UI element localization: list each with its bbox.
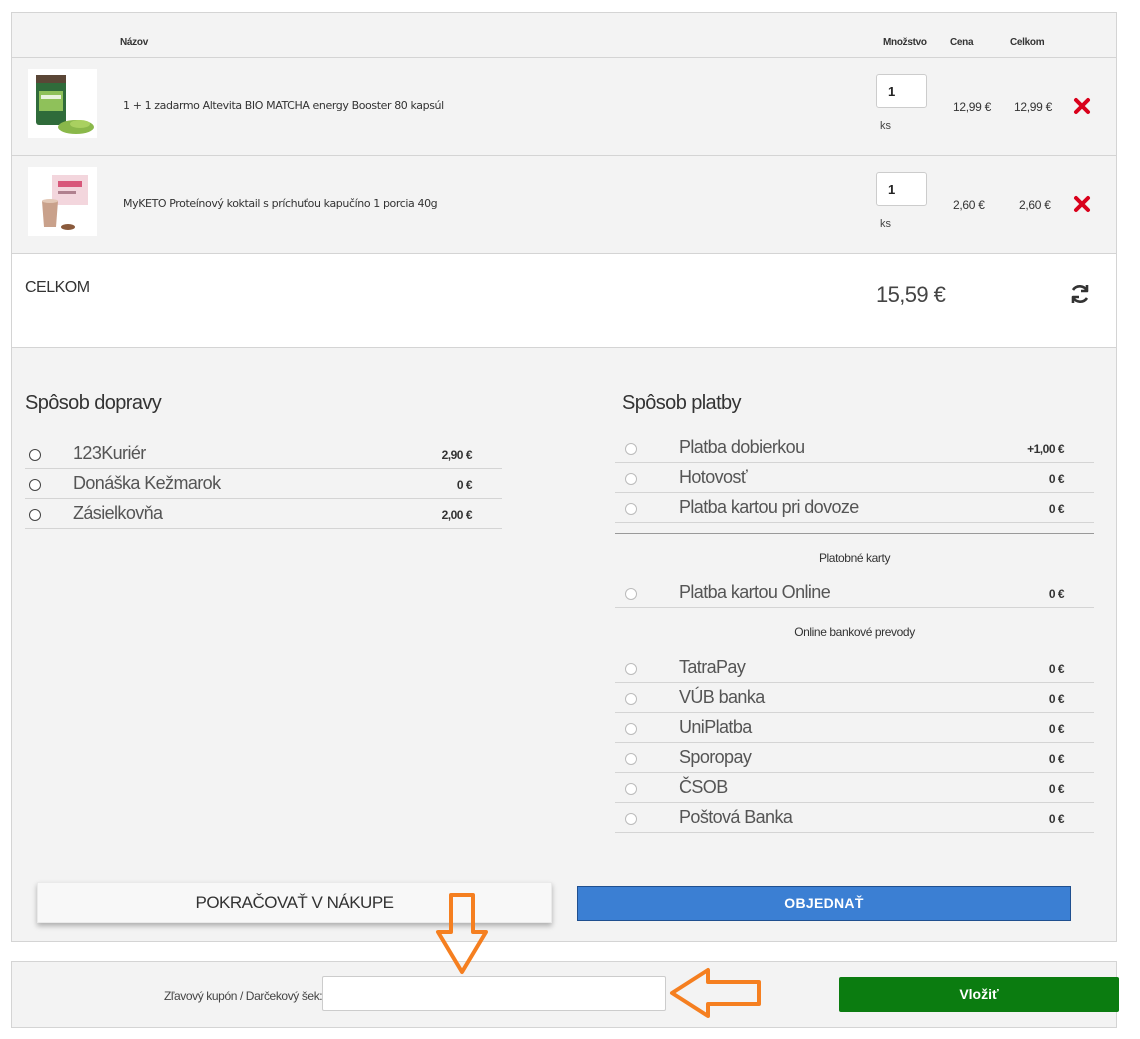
- cart-total-row: CELKOM 15,59 €: [12, 254, 1116, 348]
- column-name: Názov: [120, 37, 148, 48]
- shipping-option-label: Donáška Kežmarok: [73, 473, 221, 493]
- cards-heading: Platobné karty: [818, 551, 891, 565]
- payment-option-price: 0 €: [1048, 472, 1065, 486]
- payment-option-label: Platba kartou pri dovoze: [679, 497, 859, 517]
- quantity-unit: ks: [880, 120, 891, 132]
- cart-row: 1 + 1 zadarmo Altevita BIO MATCHA energy…: [12, 58, 1116, 156]
- shipping-option-price: 0 €: [456, 478, 473, 492]
- transfers-heading: Online bankové prevody: [794, 625, 915, 639]
- refresh-cart-button[interactable]: [1068, 282, 1092, 306]
- remove-item-button[interactable]: [1070, 94, 1094, 118]
- payment-option[interactable]: Hotovosť 0 €: [615, 463, 1094, 493]
- annotation-arrow-down: [436, 893, 488, 974]
- payment-radio[interactable]: [625, 813, 637, 825]
- column-quantity: Množstvo: [883, 37, 927, 48]
- payment-option[interactable]: Poštová Banka 0 €: [615, 803, 1094, 833]
- payment-option-label: ČSOB: [679, 777, 728, 797]
- shipping-option-price: 2,00 €: [441, 508, 473, 522]
- coupon-input[interactable]: [322, 976, 666, 1011]
- line-total: 12,99 €: [1014, 100, 1052, 114]
- cart-row: MyKETO Proteínový koktail s príchuťou ka…: [12, 156, 1116, 254]
- payment-option[interactable]: VÚB banka 0 €: [615, 683, 1094, 713]
- payment-option-price: 0 €: [1048, 662, 1065, 676]
- payment-option-label: VÚB banka: [679, 687, 765, 707]
- payment-radio[interactable]: [625, 753, 637, 765]
- payment-divider: [615, 533, 1094, 534]
- apply-coupon-button[interactable]: Vložiť: [839, 977, 1119, 1012]
- shipping-option[interactable]: 123Kuriér 2,90 €: [25, 439, 502, 469]
- unit-price: 12,99 €: [953, 100, 991, 114]
- payment-option-price: 0 €: [1048, 502, 1065, 516]
- shipping-option-label: Zásielkovňa: [73, 503, 163, 523]
- shipping-option[interactable]: Zásielkovňa 2,00 €: [25, 499, 502, 529]
- shipping-radio[interactable]: [29, 509, 41, 521]
- shipping-radio[interactable]: [29, 479, 41, 491]
- refresh-icon: [1071, 285, 1089, 303]
- payment-option-price: +1,00 €: [1027, 442, 1064, 456]
- payment-option-price: 0 €: [1048, 782, 1065, 796]
- quantity-unit: ks: [880, 218, 891, 230]
- quantity-input[interactable]: [876, 74, 927, 108]
- payment-radio[interactable]: [625, 783, 637, 795]
- payment-option-price: 0 €: [1048, 692, 1065, 706]
- order-button[interactable]: OBJEDNAŤ: [577, 886, 1071, 921]
- coupon-panel: Zľavový kupón / Darčekový šek: Vložiť: [11, 961, 1119, 1028]
- total-value: 15,59 €: [876, 282, 946, 307]
- payment-option-label: Platba kartou Online: [679, 582, 831, 602]
- payment-radio[interactable]: [625, 693, 637, 705]
- shipping-radio[interactable]: [29, 449, 41, 461]
- payment-option[interactable]: Platba dobierkou +1,00 €: [615, 433, 1094, 463]
- payment-option-label: Hotovosť: [679, 467, 748, 487]
- shipping-title: Spôsob dopravy: [25, 392, 162, 414]
- remove-icon: [1074, 98, 1090, 114]
- shipping-option[interactable]: Donáška Kežmarok 0 €: [25, 469, 502, 499]
- line-total: 2,60 €: [1019, 198, 1051, 212]
- quantity-input[interactable]: [876, 172, 927, 206]
- payment-option[interactable]: TatraPay 0 €: [615, 653, 1094, 683]
- product-name[interactable]: 1 + 1 zadarmo Altevita BIO MATCHA energy…: [123, 99, 444, 112]
- payment-radio[interactable]: [625, 443, 637, 455]
- payment-radio[interactable]: [625, 503, 637, 515]
- payment-option-price: 0 €: [1048, 587, 1065, 601]
- shipping-option-price: 2,90 €: [441, 448, 473, 462]
- product-image-myketo[interactable]: [28, 167, 97, 236]
- payment-option[interactable]: Platba kartou Online 0 €: [615, 578, 1094, 608]
- payment-option[interactable]: ČSOB 0 €: [615, 773, 1094, 803]
- total-label: CELKOM: [25, 279, 90, 296]
- cart-panel: Názov Množstvo Cena Celkom 1 + 1 zadarmo…: [11, 12, 1117, 942]
- payment-option[interactable]: Sporopay 0 €: [615, 743, 1094, 773]
- payment-radio[interactable]: [625, 588, 637, 600]
- remove-icon: [1074, 196, 1090, 212]
- payment-option-label: UniPlatba: [679, 717, 752, 737]
- payment-radio[interactable]: [625, 663, 637, 675]
- unit-price: 2,60 €: [953, 198, 985, 212]
- payment-option-label: Platba dobierkou: [679, 437, 805, 457]
- payment-option-price: 0 €: [1048, 812, 1065, 826]
- payment-option-price: 0 €: [1048, 752, 1065, 766]
- annotation-arrow-left: [670, 968, 761, 1018]
- payment-option[interactable]: Platba kartou pri dovoze 0 €: [615, 493, 1094, 523]
- column-price: Cena: [950, 37, 974, 48]
- payment-radio[interactable]: [625, 473, 637, 485]
- payment-title: Spôsob platby: [622, 392, 742, 414]
- column-total: Celkom: [1010, 37, 1045, 48]
- shipping-option-label: 123Kuriér: [73, 443, 146, 463]
- payment-option[interactable]: UniPlatba 0 €: [615, 713, 1094, 743]
- coupon-label: Zľavový kupón / Darčekový šek:: [164, 989, 323, 1003]
- product-image-matcha[interactable]: [28, 69, 97, 138]
- product-name[interactable]: MyKETO Proteínový koktail s príchuťou ka…: [123, 197, 438, 210]
- cart-table-header: Názov Množstvo Cena Celkom: [12, 13, 1116, 58]
- payment-option-label: Sporopay: [679, 747, 752, 767]
- payment-option-label: Poštová Banka: [679, 807, 793, 827]
- payment-option-label: TatraPay: [679, 657, 746, 677]
- payment-option-price: 0 €: [1048, 722, 1065, 736]
- remove-item-button[interactable]: [1070, 192, 1094, 216]
- payment-radio[interactable]: [625, 723, 637, 735]
